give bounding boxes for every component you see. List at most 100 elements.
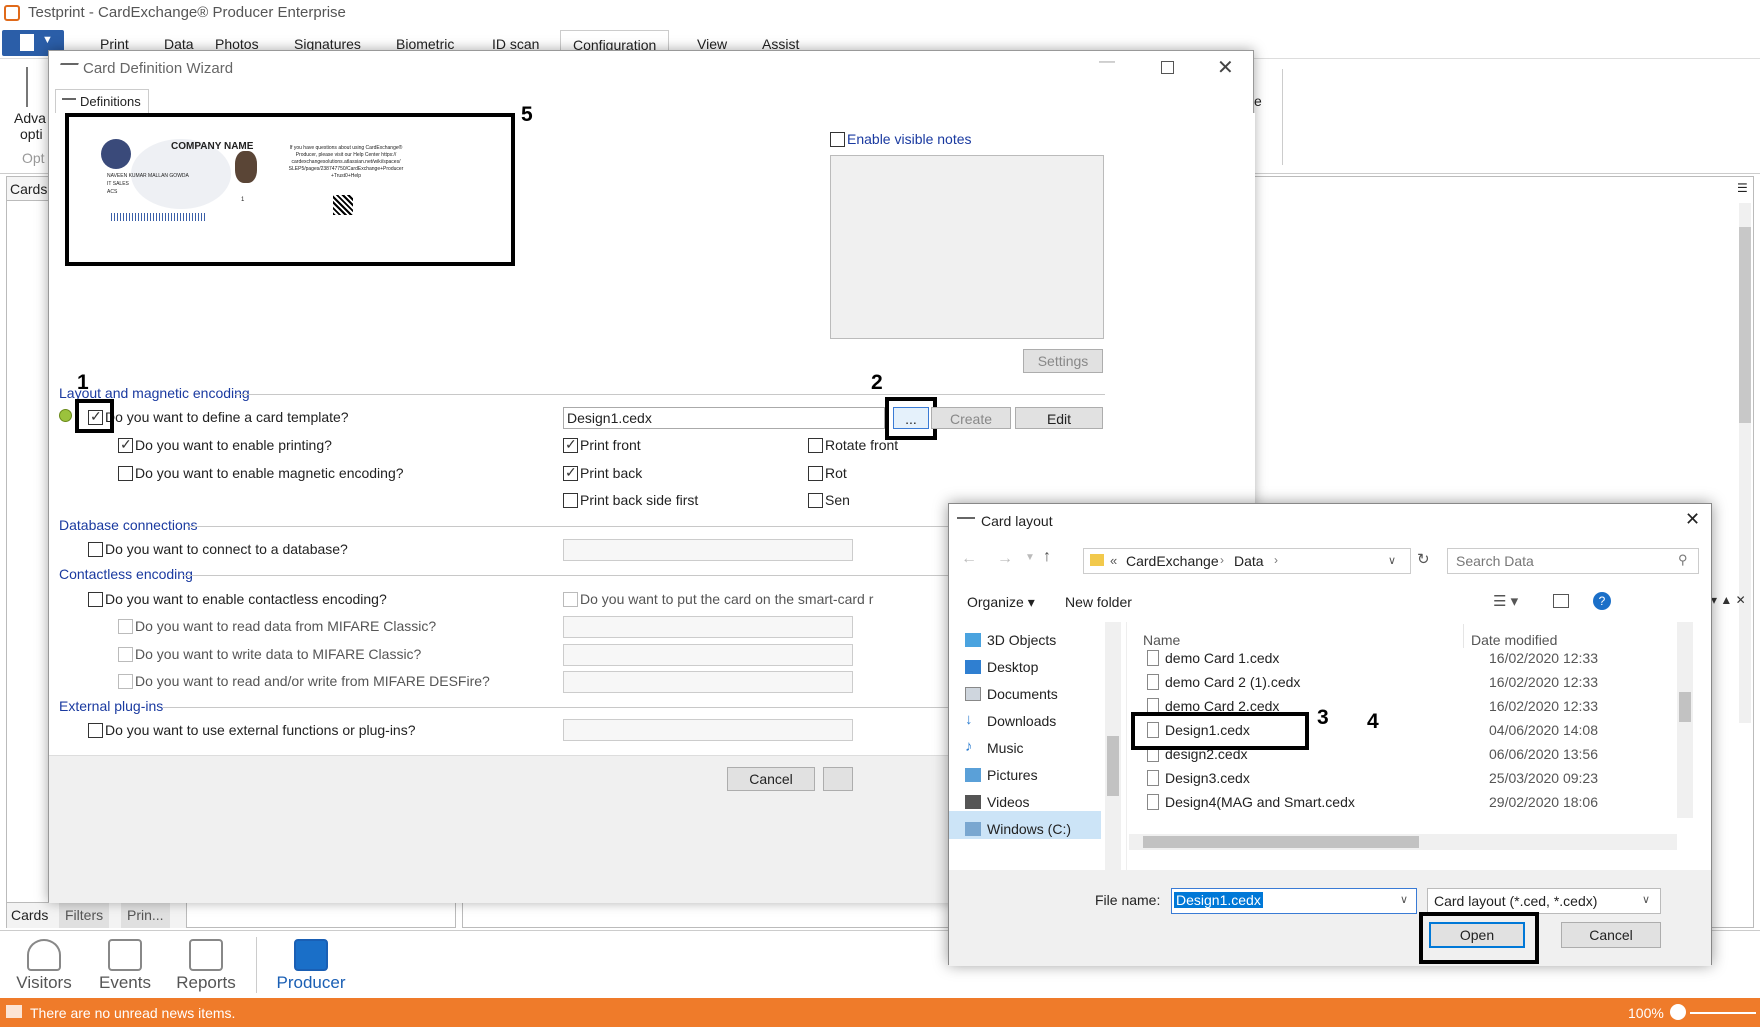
nav-reports[interactable]: Reports [174,939,238,993]
rotate-front-checkbox[interactable] [808,438,823,453]
nav-downloads-label: Downloads [987,713,1057,729]
file-row[interactable]: Design4(MAG and Smart.cedx 29/02/2020 18:… [1129,792,1669,814]
zoom-slider[interactable] [1690,1012,1756,1014]
panel-menu-icon[interactable]: ☰ [1737,181,1748,195]
filetype-select[interactable]: Card layout (*.ced, *.cedx) ∨ [1427,888,1661,914]
cube-icon [965,633,981,647]
breadcrumb-overflow[interactable]: « [1110,553,1117,568]
help-icon[interactable]: ? [1593,592,1611,610]
search-input[interactable]: Search Data ⚲ [1447,548,1699,574]
file-icon [1147,794,1159,810]
nav-windows-c[interactable]: Windows (C:) [965,821,1071,837]
enable-printing-checkbox[interactable] [118,436,133,453]
tab-definitions[interactable]: Definitions [55,89,149,113]
template-file-field[interactable]: Design1.cedx [563,407,885,429]
enable-contactless-checkbox[interactable] [88,592,103,607]
enable-magnetic-checkbox[interactable] [118,466,133,481]
nav-videos-label: Videos [987,794,1030,810]
documents-icon [965,687,981,701]
back-arrow-icon[interactable]: ← [961,550,977,568]
send-label: Sen [825,492,850,508]
bottom-tab-filters[interactable]: Filters [59,903,110,928]
file-date: 06/06/2020 13:56 [1489,746,1598,762]
bottom-tab-cards[interactable]: Cards [11,907,48,923]
search-placeholder: Search Data [1456,553,1534,569]
wizard-close-icon[interactable]: ✕ [1217,55,1234,80]
maximize-icon[interactable] [1161,61,1174,74]
enable-magnetic-label: Do you want to enable magnetic encoding? [135,465,404,481]
nav-events[interactable]: Events [98,939,152,993]
nav-documents[interactable]: Documents [965,686,1058,702]
file-row[interactable]: demo Card 2 (1).cedx 16/02/2020 12:33 [1129,672,1669,694]
enable-notes-checkbox[interactable] [830,132,845,147]
wizard-cancel-button[interactable]: Cancel [727,767,815,791]
edit-button[interactable]: Edit [1015,407,1103,429]
forward-arrow-icon[interactable]: → [997,550,1013,568]
zoom-minus-icon[interactable] [1670,1004,1686,1020]
nav-desktop[interactable]: Desktop [965,659,1038,675]
column-date[interactable]: Date modified [1471,632,1557,648]
print-front-checkbox[interactable] [563,436,578,453]
refresh-icon[interactable]: ↻ [1417,550,1430,568]
mifare-read-checkbox[interactable] [118,619,133,634]
advanced-options-icon[interactable] [26,67,40,107]
panel-close-icon[interactable]: ▾ ▲ ✕ [1711,593,1746,607]
new-folder-button[interactable]: New folder [1065,594,1132,610]
breadcrumb-cardexchange[interactable]: CardExchange [1126,553,1219,569]
nav-music[interactable]: ♪ Music [965,738,1024,756]
dialog-close-icon[interactable]: ✕ [1685,509,1700,530]
view-options-icon[interactable]: ☰ ▾ [1493,592,1518,610]
list-vscroll-thumb[interactable] [1679,692,1691,722]
settings-button[interactable]: Settings [1023,349,1103,373]
app-logo-icon [4,5,20,21]
dialog-cancel-button[interactable]: Cancel [1561,922,1661,948]
send-checkbox[interactable] [808,493,823,508]
file-row[interactable]: Design3.cedx 25/03/2020 09:23 [1129,768,1669,790]
filetype-dropdown-icon: ∨ [1642,894,1651,906]
bottom-tab-print[interactable]: Prin... [121,903,170,928]
filename-input[interactable]: Design1.cedx ∨ [1171,888,1417,914]
connect-database-checkbox[interactable] [88,542,103,557]
notes-area[interactable] [830,155,1104,339]
up-arrow-icon[interactable]: ↑ [1043,548,1051,566]
wizard-icon [57,63,79,73]
print-front-label: Print front [580,437,641,453]
nav-3d-objects[interactable]: 3D Objects [965,632,1056,648]
nav-scroll-thumb[interactable] [1107,736,1119,796]
nav-visitors-label: Visitors [16,973,72,992]
recent-chevron-icon[interactable]: ▼ [1025,552,1035,563]
file-icon [1147,650,1159,666]
file-row[interactable]: demo Card 1.cedx 16/02/2020 12:33 [1129,648,1669,670]
rotate-back-checkbox[interactable] [808,466,823,481]
create-button[interactable]: Create [931,407,1011,429]
desfire-checkbox[interactable] [118,674,133,689]
filename-dropdown-icon[interactable]: ∨ [1400,893,1408,906]
nav-downloads[interactable]: ↓ Downloads [965,711,1057,729]
nav-videos[interactable]: Videos [965,794,1030,810]
nav-pictures[interactable]: Pictures [965,767,1038,783]
dialog-title: Card layout [981,513,1053,529]
annotation-box-1 [75,399,114,433]
minimize-icon[interactable]: — [1099,53,1115,71]
address-dropdown-icon[interactable]: ∨ [1388,554,1396,567]
plugins-checkbox[interactable] [88,723,103,738]
address-bar[interactable]: « CardExchange › Data › ∨ [1083,548,1411,574]
breadcrumb-data[interactable]: Data [1234,553,1264,569]
nav-reports-label: Reports [176,973,236,992]
smartcard-checkbox[interactable] [563,592,578,607]
column-name[interactable]: Name [1143,632,1180,648]
nav-producer[interactable]: Producer [276,939,346,993]
preview-pane-icon[interactable] [1553,594,1569,608]
print-back-first-checkbox[interactable] [563,493,578,508]
nav-visitors[interactable]: Visitors [14,939,74,993]
wizard-next-button[interactable] [823,767,853,791]
status-ok-icon [59,409,72,422]
mifare-write-checkbox[interactable] [118,647,133,662]
smartcard-label: Do you want to put the card on the smart… [580,591,874,607]
annotation-box-open [1419,912,1539,964]
nav-producer-label: Producer [276,973,346,992]
list-hscroll-thumb[interactable] [1143,836,1419,848]
organize-button[interactable]: Organize ▾ [967,594,1035,611]
right-scroll-thumb[interactable] [1739,227,1751,423]
print-back-checkbox[interactable] [563,464,578,481]
